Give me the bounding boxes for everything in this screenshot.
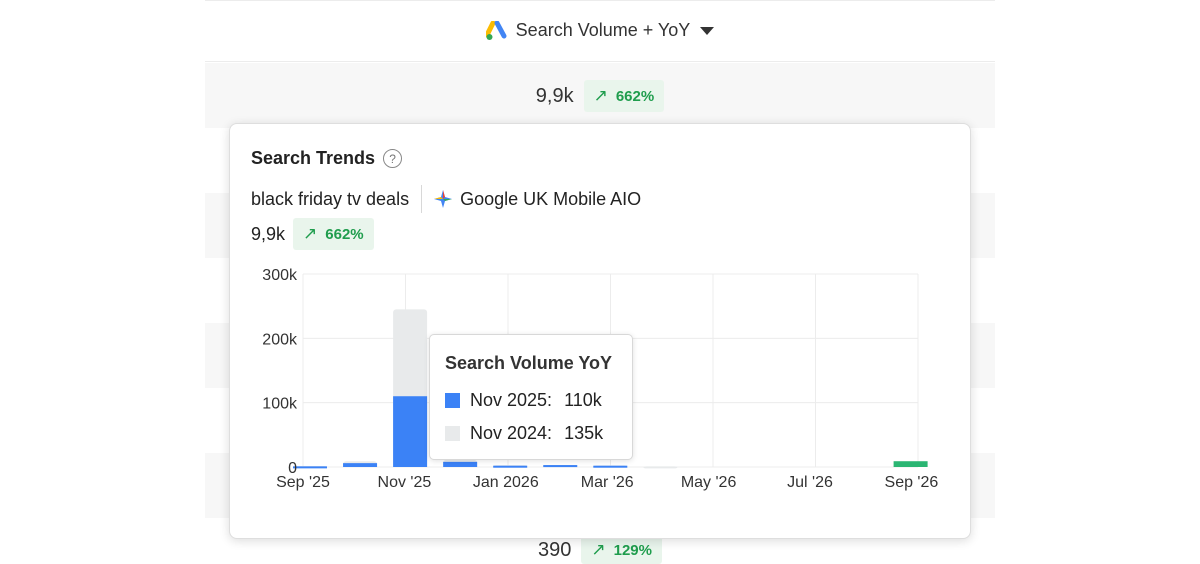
bar-prior (643, 466, 678, 469)
tooltip-label: Nov 2025: (470, 390, 553, 410)
bar-current (493, 465, 528, 468)
x-tick-label: Mar '26 (581, 474, 634, 491)
bar-current (543, 465, 578, 468)
y-tick-label: 200k (262, 331, 298, 348)
bar-current (593, 465, 628, 468)
tooltip-value: 110k (564, 390, 602, 410)
bar-current (293, 466, 327, 469)
x-tick-label: May '26 (681, 474, 737, 491)
tooltip-value: 135k (564, 423, 604, 443)
tooltip-row-prior: Nov 2024: 135k (445, 423, 603, 444)
bar-current (343, 463, 378, 467)
legend-swatch-current (445, 393, 460, 408)
bar-current (393, 396, 428, 467)
y-tick-label: 100k (262, 396, 298, 413)
tooltip-row-current: Nov 2025: 110k (445, 390, 602, 411)
search-trends-chart: 0100k200k300k Sep '25 Nov '25 Jan 2026 Mar … (262, 267, 938, 491)
tooltip-title: Search Volume YoY (445, 353, 613, 373)
x-tick-label: Jan 2026 (473, 474, 539, 491)
y-axis-ticks: 0100k200k300k (262, 267, 298, 477)
bar-current (443, 461, 478, 467)
y-tick-label: 300k (262, 267, 298, 284)
x-tick-label: Jul '26 (787, 474, 833, 491)
x-axis-ticks: Sep '25 Nov '25 Jan 2026 Mar '26 May '26 Jul … (276, 474, 938, 491)
legend-swatch-prior (445, 426, 460, 441)
x-tick-label: Sep '26 (885, 474, 939, 491)
x-tick-label: Nov '25 (378, 474, 432, 491)
tooltip-label: Nov 2024: (470, 423, 553, 443)
chart-tooltip: Search Volume YoY Nov 2025: 110k Nov 202… (429, 334, 633, 460)
bar-current (893, 461, 928, 467)
x-tick-label: Sep '25 (276, 474, 330, 491)
